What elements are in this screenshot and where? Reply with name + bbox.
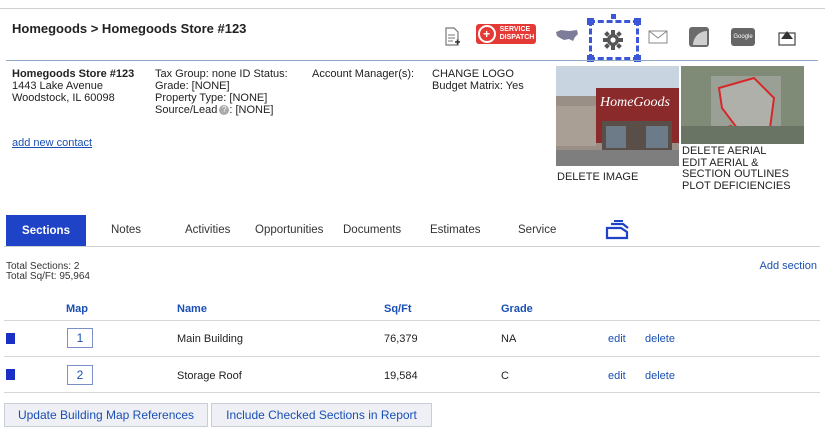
quarter-circle-icon[interactable] xyxy=(688,26,710,48)
edit-link[interactable]: edit xyxy=(608,333,626,345)
aerial-photo[interactable] xyxy=(681,66,804,144)
property-type: Property Type: [NONE] xyxy=(155,92,268,104)
google-label: Google xyxy=(733,34,753,40)
sections-summary: Total Sections: 2 Total Sq/Ft: 95,964 xyxy=(6,262,90,282)
budget-matrix: Budget Matrix: Yes xyxy=(432,80,524,92)
delete-link[interactable]: delete xyxy=(645,333,675,345)
row-divider xyxy=(4,392,820,393)
tab-opportunities[interactable]: Opportunities xyxy=(255,224,323,236)
tab-service[interactable]: Service xyxy=(518,224,556,236)
tab-documents[interactable]: Documents xyxy=(343,224,401,236)
tab-notes[interactable]: Notes xyxy=(111,224,141,236)
resize-handle xyxy=(587,18,594,25)
header-divider xyxy=(6,60,818,61)
section-grade: C xyxy=(501,370,509,382)
change-logo-link[interactable]: CHANGE LOGO xyxy=(432,68,524,80)
logo-actions: CHANGE LOGO Budget Matrix: Yes xyxy=(432,68,524,92)
resize-handle xyxy=(611,14,616,19)
delete-link[interactable]: delete xyxy=(645,370,675,382)
tab-activities[interactable]: Activities xyxy=(185,224,230,236)
source-lead-label: Source/Lead xyxy=(155,104,218,116)
section-outlines-link[interactable]: SECTION OUTLINES xyxy=(682,168,791,181)
map-number-box[interactable]: 1 xyxy=(67,328,93,348)
source-lead: Source/Lead ? : [NONE] xyxy=(155,104,288,116)
tab-sections[interactable]: Sections xyxy=(6,215,86,246)
email-icon[interactable] xyxy=(648,29,668,45)
account-manager: Account Manager(s): xyxy=(312,68,415,80)
section-sqft: 76,379 xyxy=(384,333,418,345)
row-checkbox[interactable] xyxy=(6,369,15,380)
tabs-divider xyxy=(4,246,820,247)
total-sqft: Total Sq/Ft: 95,964 xyxy=(6,271,90,282)
tab-estimates[interactable]: Estimates xyxy=(430,224,481,236)
section-sqft: 19,584 xyxy=(384,370,418,382)
include-checked-sections-button[interactable]: Include Checked Sections in Report xyxy=(211,403,432,427)
update-building-map-button[interactable]: Update Building Map References xyxy=(4,403,208,427)
address-line2: Woodstock, IL 60098 xyxy=(12,92,115,104)
store-address: Homegoods Store #123 1443 Lake Avenue Wo… xyxy=(12,68,134,104)
edit-link[interactable]: edit xyxy=(608,370,626,382)
row-checkbox[interactable] xyxy=(6,333,15,344)
service-dispatch-button[interactable]: + SERVICE DISPATCH xyxy=(476,24,536,44)
row-divider xyxy=(4,356,820,357)
usa-map-icon[interactable] xyxy=(555,28,579,44)
google-maps-icon[interactable]: Google xyxy=(731,28,755,46)
delete-image-link[interactable]: DELETE IMAGE xyxy=(557,171,638,183)
col-header-grade: Grade xyxy=(501,303,533,315)
col-header-map: Map xyxy=(66,303,88,315)
store-name: Homegoods Store #123 xyxy=(12,68,135,80)
store-photo[interactable]: HomeGoods xyxy=(556,66,679,166)
address-line1: 1443 Lake Avenue xyxy=(12,80,103,92)
service-dispatch-line1: SERVICE xyxy=(499,26,531,33)
back-arrow-icon[interactable] xyxy=(776,26,798,48)
map-number-box[interactable]: 2 xyxy=(67,365,93,385)
plot-deficiencies-link[interactable]: PLOT DEFICIENCIES xyxy=(682,180,791,193)
store-sign: HomeGoods xyxy=(600,95,670,110)
layers-icon[interactable] xyxy=(604,219,630,241)
header-row-divider xyxy=(4,320,820,321)
help-icon[interactable]: ? xyxy=(219,105,230,115)
top-divider xyxy=(0,8,825,9)
delete-aerial-link[interactable]: DELETE AERIAL xyxy=(682,145,791,158)
gear-icon[interactable] xyxy=(601,28,625,52)
add-section-link[interactable]: Add section xyxy=(760,260,817,272)
tax-group: Tax Group: none ID Status: xyxy=(155,68,288,80)
source-lead-value: : [NONE] xyxy=(229,104,274,116)
grade: Grade: [NONE] xyxy=(155,80,230,92)
section-name: Storage Roof xyxy=(177,370,242,382)
col-header-name: Name xyxy=(177,303,207,315)
add-new-contact-link[interactable]: add new contact xyxy=(12,137,92,149)
section-name: Main Building xyxy=(177,333,244,345)
resize-handle xyxy=(634,18,641,25)
service-dispatch-line2: DISPATCH xyxy=(499,34,535,41)
section-grade: NA xyxy=(501,333,517,345)
col-header-sqft: Sq/Ft xyxy=(384,303,412,315)
store-details: Tax Group: none ID Status: Grade: [NONE]… xyxy=(155,68,288,116)
aerial-actions: DELETE AERIAL EDIT AERIAL & SECTION OUTL… xyxy=(682,145,791,193)
breadcrumb: Homegoods > Homegoods Store #123 xyxy=(12,21,247,36)
add-document-icon[interactable] xyxy=(443,26,461,48)
plus-circle-icon: + xyxy=(477,25,496,43)
